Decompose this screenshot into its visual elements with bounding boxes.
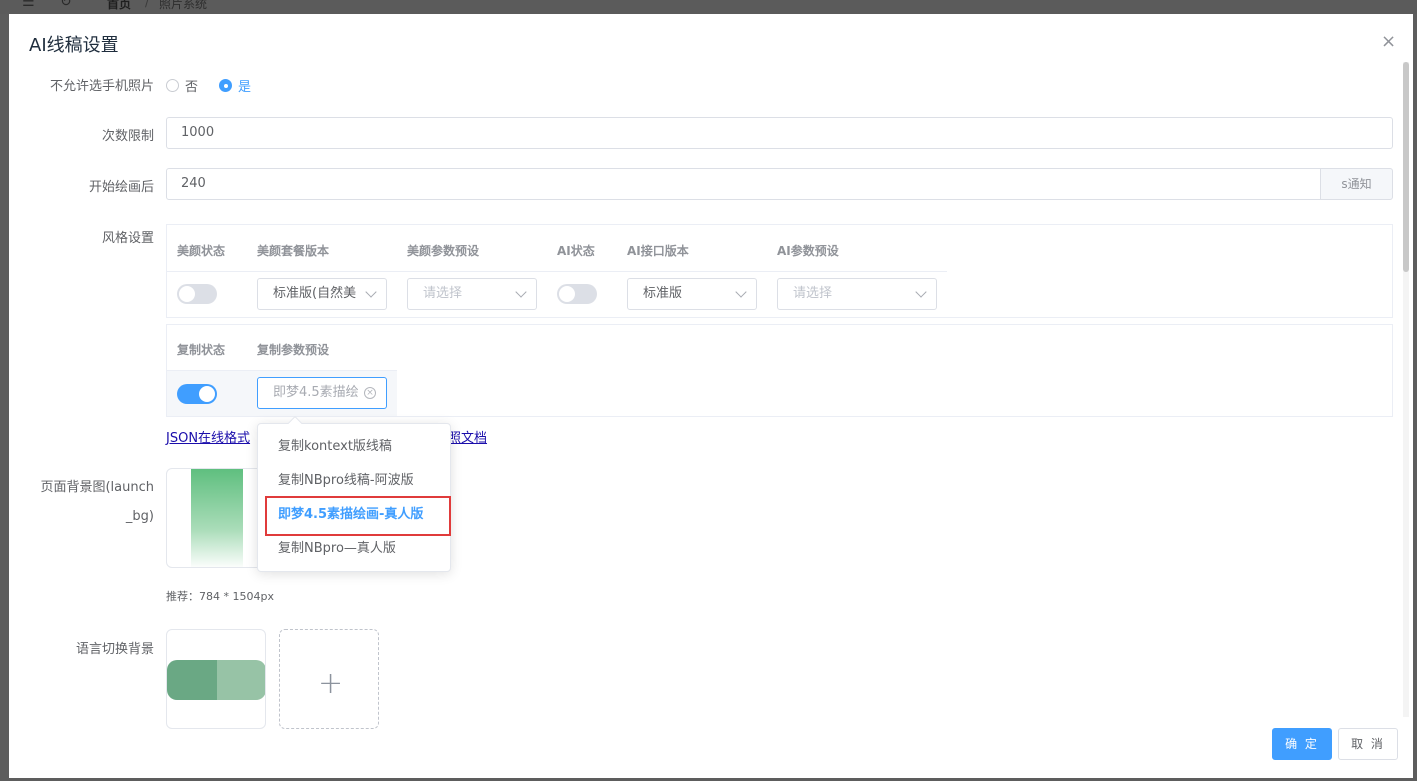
- lang-bg-add-button[interactable]: +: [279, 629, 379, 729]
- th-beauty-status: 美颜状态: [177, 244, 226, 258]
- beauty-status-switch[interactable]: [177, 284, 217, 304]
- clear-icon[interactable]: ×: [364, 387, 376, 399]
- ai-params-placeholder: 请选择: [793, 286, 833, 301]
- radio-no[interactable]: 否: [166, 76, 198, 95]
- confirm-button[interactable]: 确 定: [1272, 728, 1332, 760]
- start-notify-input[interactable]: 240: [166, 168, 1321, 200]
- breadcrumb-separator: /: [145, 0, 150, 9]
- lang-bg-thumbnail: [167, 660, 265, 700]
- count-limit-label: 次数限制: [101, 129, 154, 144]
- dropdown-option[interactable]: 复制NBpro—真人版: [258, 532, 450, 566]
- launch-bg-uploader[interactable]: [166, 468, 266, 568]
- beauty-params-select[interactable]: 请选择: [407, 278, 537, 310]
- th-copy-params: 复制参数预设: [257, 343, 330, 357]
- th-ai-version: AI接口版本: [627, 244, 689, 258]
- launch-bg-thumbnail: [191, 469, 243, 567]
- lang-bg-uploader[interactable]: [166, 629, 266, 729]
- copy-params-value: 即梦4.5素描绘: [273, 385, 359, 400]
- launch-bg-label-line2: _bg): [125, 509, 154, 524]
- lang-bg-label: 语言切换背景: [75, 642, 154, 657]
- th-copy-status: 复制状态: [177, 343, 226, 357]
- ai-params-select[interactable]: 请选择: [777, 278, 937, 310]
- launch-bg-label-line1: 页面背景图(launch: [40, 480, 154, 495]
- forbid-phone-photo-label: 不允许选手机照片: [49, 79, 154, 94]
- radio-yes[interactable]: 是: [219, 76, 251, 95]
- launch-bg-tip: 推荐：784 * 1504px: [166, 590, 274, 603]
- overlay-left: [0, 14, 9, 781]
- chevron-down-icon: [915, 286, 927, 298]
- radio-yes-label: 是: [238, 80, 252, 95]
- breadcrumb-current: 照片系统: [159, 0, 208, 11]
- beauty-params-placeholder: 请选择: [423, 286, 463, 301]
- dropdown-option[interactable]: 复制kontext版线稿: [258, 430, 450, 464]
- overlay-right: [1413, 14, 1417, 781]
- radio-no-label: 否: [185, 80, 199, 95]
- radio-circle[interactable]: [166, 79, 179, 92]
- chevron-down-icon: [515, 286, 527, 298]
- ai-version-select[interactable]: 标准版: [627, 278, 757, 310]
- highlight-box: [265, 496, 451, 536]
- beauty-package-select[interactable]: 标准版(自然美: [257, 278, 387, 310]
- close-icon[interactable]: ×: [1381, 32, 1396, 52]
- ai-version-value: 标准版: [643, 286, 683, 301]
- refresh-icon[interactable]: ↻: [60, 0, 72, 10]
- beauty-package-value: 标准版(自然美: [273, 286, 357, 301]
- count-limit-input[interactable]: 1000: [166, 117, 1393, 149]
- plus-icon: +: [318, 666, 344, 701]
- menu-icon[interactable]: ☰: [22, 0, 35, 10]
- table1-divider: [167, 271, 947, 272]
- header-bar: ☰ ↻ 首页 / 照片系统: [0, 0, 1417, 14]
- copy-status-switch[interactable]: [177, 384, 217, 404]
- style-settings-label: 风格设置: [101, 231, 154, 246]
- ai-status-switch[interactable]: [557, 284, 597, 304]
- json-format-link[interactable]: JSON在线格式: [166, 427, 250, 446]
- dialog-title: AI线稿设置: [29, 35, 119, 56]
- start-notify-label: 开始绘画后: [88, 180, 154, 195]
- dropdown-option[interactable]: 复制NBpro线稿-阿波版: [258, 464, 450, 498]
- chevron-down-icon: [365, 286, 377, 298]
- start-notify-append: s通知: [1320, 168, 1393, 200]
- cancel-button[interactable]: 取 消: [1338, 728, 1398, 760]
- th-ai-params: AI参数预设: [777, 244, 839, 258]
- dropdown-arrow: [287, 415, 303, 431]
- scrollbar-thumb[interactable]: [1403, 62, 1409, 272]
- th-beauty-package: 美颜套餐版本: [257, 244, 330, 258]
- doc-link[interactable]: 照文档: [448, 427, 487, 446]
- ai-lineart-dialog: AI线稿设置 × 不允许选手机照片 否 是 次数限制 1000 开始绘画后 24…: [9, 14, 1413, 778]
- radio-circle-checked[interactable]: [219, 79, 232, 92]
- copy-params-select[interactable]: 即梦4.5素描绘 ×: [257, 377, 387, 409]
- dialog-scrollbar[interactable]: [1403, 62, 1409, 717]
- chevron-down-icon: [735, 286, 747, 298]
- th-beauty-params: 美颜参数预设: [407, 244, 480, 258]
- th-ai-status: AI状态: [557, 244, 595, 258]
- breadcrumb-home[interactable]: 首页: [107, 0, 131, 12]
